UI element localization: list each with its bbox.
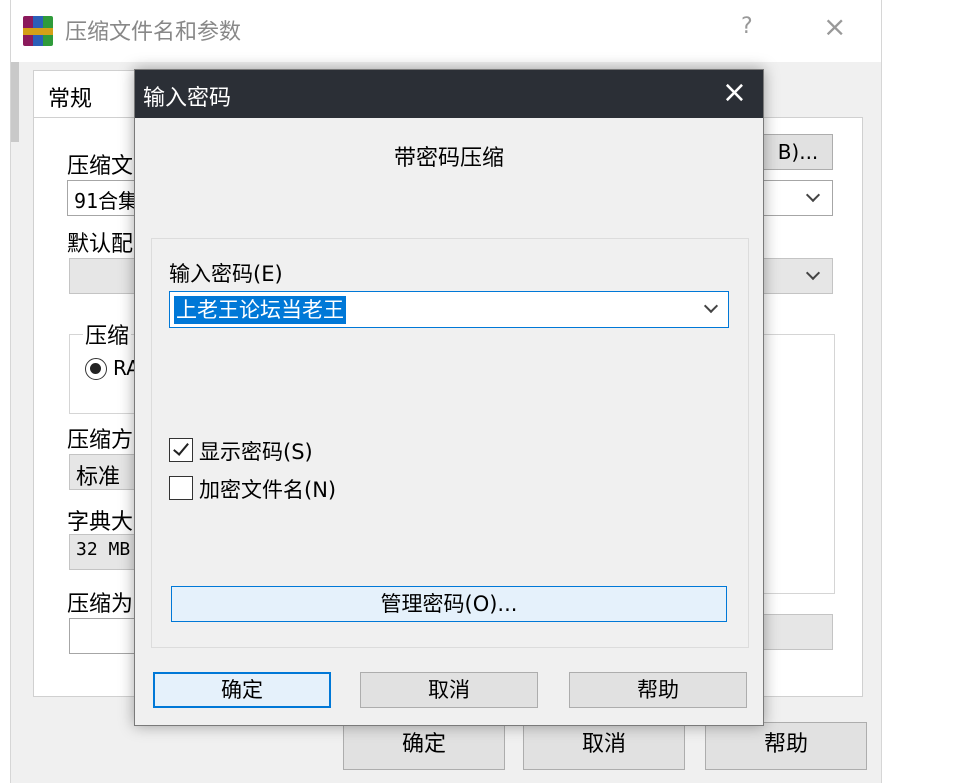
archive-name-dropdown[interactable]	[763, 180, 833, 216]
tab-general[interactable]: 常规	[33, 70, 139, 118]
archive-format-label: 压缩	[83, 318, 132, 350]
chevron-down-icon	[805, 187, 821, 203]
background-ok-button[interactable]: 确定	[343, 722, 505, 770]
manage-passwords-button[interactable]: 管理密码(O)...	[171, 586, 727, 622]
password-value: 上老王论坛当老王	[174, 296, 346, 324]
dictionary-size-label: 字典大	[67, 510, 134, 535]
archive-name-label: 压缩文	[67, 154, 134, 179]
background-help-button[interactable]: 帮助	[705, 722, 867, 770]
dialog-heading: 带密码压缩	[393, 146, 504, 171]
background-window-title: 压缩文件名和参数	[65, 20, 242, 45]
dialog-title: 输入密码	[143, 86, 232, 111]
dialog-close-icon[interactable]: ×	[722, 76, 747, 110]
right-field[interactable]	[763, 614, 833, 650]
chevron-down-icon[interactable]	[703, 298, 719, 314]
scrollbar-strip	[11, 62, 19, 142]
checkbox-unchecked-icon[interactable]	[169, 476, 193, 500]
background-cancel-button[interactable]: 取消	[523, 722, 685, 770]
chevron-down-icon	[805, 265, 821, 281]
show-password-label: 显示密码(S)	[199, 440, 313, 464]
checkbox-checked-icon[interactable]	[169, 438, 193, 462]
browse-button[interactable]: B)...	[763, 134, 833, 170]
winrar-app-icon	[23, 16, 53, 46]
dialog-titlebar: 输入密码 ×	[135, 70, 763, 118]
compression-method-label: 压缩方	[67, 428, 134, 453]
ok-button[interactable]: 确定	[153, 672, 331, 708]
default-profile-label: 默认配	[67, 232, 134, 257]
rar-radio[interactable]	[85, 358, 107, 380]
help-button[interactable]: 帮助	[569, 672, 747, 708]
split-volumes-label: 压缩为	[67, 592, 134, 617]
background-close-icon[interactable]: ×	[823, 10, 846, 43]
help-icon[interactable]: ?	[741, 14, 753, 39]
password-label: 输入密码(E)	[169, 262, 283, 286]
encrypt-filenames-label: 加密文件名(N)	[199, 478, 337, 502]
profile-select-dropdown[interactable]	[763, 258, 833, 294]
cancel-button[interactable]: 取消	[360, 672, 538, 708]
enter-password-dialog: 输入密码 × 带密码压缩 输入密码(E) 上老王论坛当老王 显示密码(S) 加密…	[134, 69, 764, 726]
background-titlebar: 压缩文件名和参数 ? ×	[11, 0, 881, 62]
archive-options-group	[763, 334, 835, 594]
password-input[interactable]: 上老王论坛当老王	[169, 291, 729, 328]
